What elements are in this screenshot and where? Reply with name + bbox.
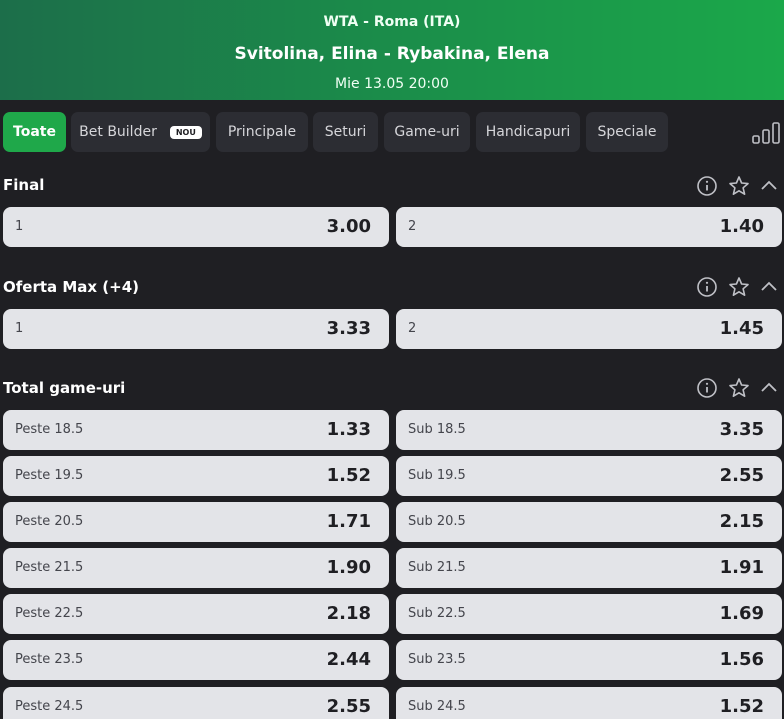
star-icon[interactable]	[728, 175, 750, 197]
odd-button-over[interactable]: Peste 24.5 2.55	[3, 687, 389, 719]
odd-value: 1.52	[326, 465, 371, 486]
odd-value: 1.90	[326, 557, 371, 578]
odd-value: 1.56	[719, 649, 764, 670]
tab-speciale[interactable]: Speciale	[586, 112, 668, 152]
chevron-up-icon[interactable]	[758, 175, 780, 197]
odd-label: 1	[15, 219, 24, 234]
odd-button-over[interactable]: Peste 21.5 1.90	[3, 548, 389, 588]
odd-label: 2	[408, 321, 417, 336]
star-icon[interactable]	[728, 377, 750, 399]
section-title-oferta-max: Oferta Max (+4)	[3, 278, 140, 296]
odd-label: Sub 23.5	[408, 652, 466, 667]
odd-label: Sub 24.5	[408, 699, 466, 714]
odd-value: 2.55	[326, 696, 371, 717]
section-actions	[696, 276, 780, 298]
odd-label: Sub 20.5	[408, 514, 466, 529]
odd-value: 2.55	[719, 465, 764, 486]
odd-value: 1.52	[719, 696, 764, 717]
odd-button[interactable]: 1 3.00	[3, 207, 389, 247]
tab-label: Handicapuri	[485, 124, 571, 140]
info-icon[interactable]	[696, 175, 718, 197]
odd-label: Peste 18.5	[15, 422, 84, 437]
odd-label: Peste 23.5	[15, 652, 84, 667]
odd-button-under[interactable]: Sub 23.5 1.56	[396, 640, 782, 680]
odd-value: 2.15	[719, 511, 764, 532]
odd-label: Peste 20.5	[15, 514, 84, 529]
odd-label: Peste 24.5	[15, 699, 84, 714]
odd-button-under[interactable]: Sub 19.5 2.55	[396, 456, 782, 496]
odd-button-over[interactable]: Peste 20.5 1.71	[3, 502, 389, 542]
tab-game-uri[interactable]: Game-uri	[384, 112, 470, 152]
odd-value: 2.18	[326, 603, 371, 624]
odd-label: Peste 22.5	[15, 606, 84, 621]
chevron-up-icon[interactable]	[758, 276, 780, 298]
tab-handicapuri[interactable]: Handicapuri	[476, 112, 580, 152]
tab-principale[interactable]: Principale	[216, 112, 308, 152]
odd-value: 1.40	[719, 216, 764, 237]
section-actions	[696, 377, 780, 399]
section-title-total-game-uri: Total game-uri	[3, 379, 126, 397]
odd-value: 1.45	[719, 318, 764, 339]
odd-label: Sub 19.5	[408, 468, 466, 483]
odd-label: Sub 21.5	[408, 560, 466, 575]
odd-label: 1	[15, 321, 24, 336]
tab-label: Principale	[227, 124, 297, 140]
tab-label: Game-uri	[394, 124, 460, 140]
odd-value: 3.00	[326, 216, 371, 237]
tab-bet-builder[interactable]: Bet Builder NOU	[71, 112, 210, 152]
odd-button-over[interactable]: Peste 18.5 1.33	[3, 410, 389, 450]
odd-button-under[interactable]: Sub 20.5 2.15	[396, 502, 782, 542]
odd-button[interactable]: 2 1.45	[396, 309, 782, 349]
chevron-up-icon[interactable]	[758, 377, 780, 399]
odd-button-over[interactable]: Peste 19.5 1.52	[3, 456, 389, 496]
match-datetime: Mie 13.05 20:00	[335, 76, 449, 92]
odd-label: 2	[408, 219, 417, 234]
match-title: Svitolina, Elina - Rybakina, Elena	[234, 44, 550, 64]
odd-label: Peste 21.5	[15, 560, 84, 575]
event-header: WTA - Roma (ITA) Svitolina, Elina - Ryba…	[0, 0, 784, 100]
odd-label: Sub 18.5	[408, 422, 466, 437]
odd-button-under[interactable]: Sub 22.5 1.69	[396, 594, 782, 634]
tab-seturi[interactable]: Seturi	[313, 112, 378, 152]
section-actions	[696, 175, 780, 197]
info-icon[interactable]	[696, 276, 718, 298]
odd-button-over[interactable]: Peste 23.5 2.44	[3, 640, 389, 680]
odd-value: 1.91	[719, 557, 764, 578]
odd-value: 1.33	[326, 419, 371, 440]
odd-value: 3.33	[326, 318, 371, 339]
odd-value: 3.35	[719, 419, 764, 440]
odd-value: 2.44	[326, 649, 371, 670]
tab-label: Speciale	[597, 124, 657, 140]
stats-bars-icon[interactable]	[752, 122, 780, 144]
odd-button-under[interactable]: Sub 18.5 3.35	[396, 410, 782, 450]
info-icon[interactable]	[696, 377, 718, 399]
odd-button-over[interactable]: Peste 22.5 2.18	[3, 594, 389, 634]
new-badge: NOU	[169, 125, 202, 139]
market-tabs: Toate Bet Builder NOU Principale Seturi …	[0, 112, 784, 152]
odd-button-under[interactable]: Sub 21.5 1.91	[396, 548, 782, 588]
tab-toate[interactable]: Toate	[3, 112, 66, 152]
odd-label: Peste 19.5	[15, 468, 84, 483]
star-icon[interactable]	[728, 276, 750, 298]
tab-label: Seturi	[324, 124, 367, 140]
section-title-final: Final	[3, 176, 45, 194]
odd-label: Sub 22.5	[408, 606, 466, 621]
odd-button[interactable]: 2 1.40	[396, 207, 782, 247]
odd-button[interactable]: 1 3.33	[3, 309, 389, 349]
odd-button-under[interactable]: Sub 24.5 1.52	[396, 687, 782, 719]
odd-value: 1.71	[326, 511, 371, 532]
tab-label: Toate	[13, 124, 56, 140]
tab-label: Bet Builder	[79, 124, 157, 140]
odd-value: 1.69	[719, 603, 764, 624]
competition-name: WTA - Roma (ITA)	[323, 14, 461, 30]
